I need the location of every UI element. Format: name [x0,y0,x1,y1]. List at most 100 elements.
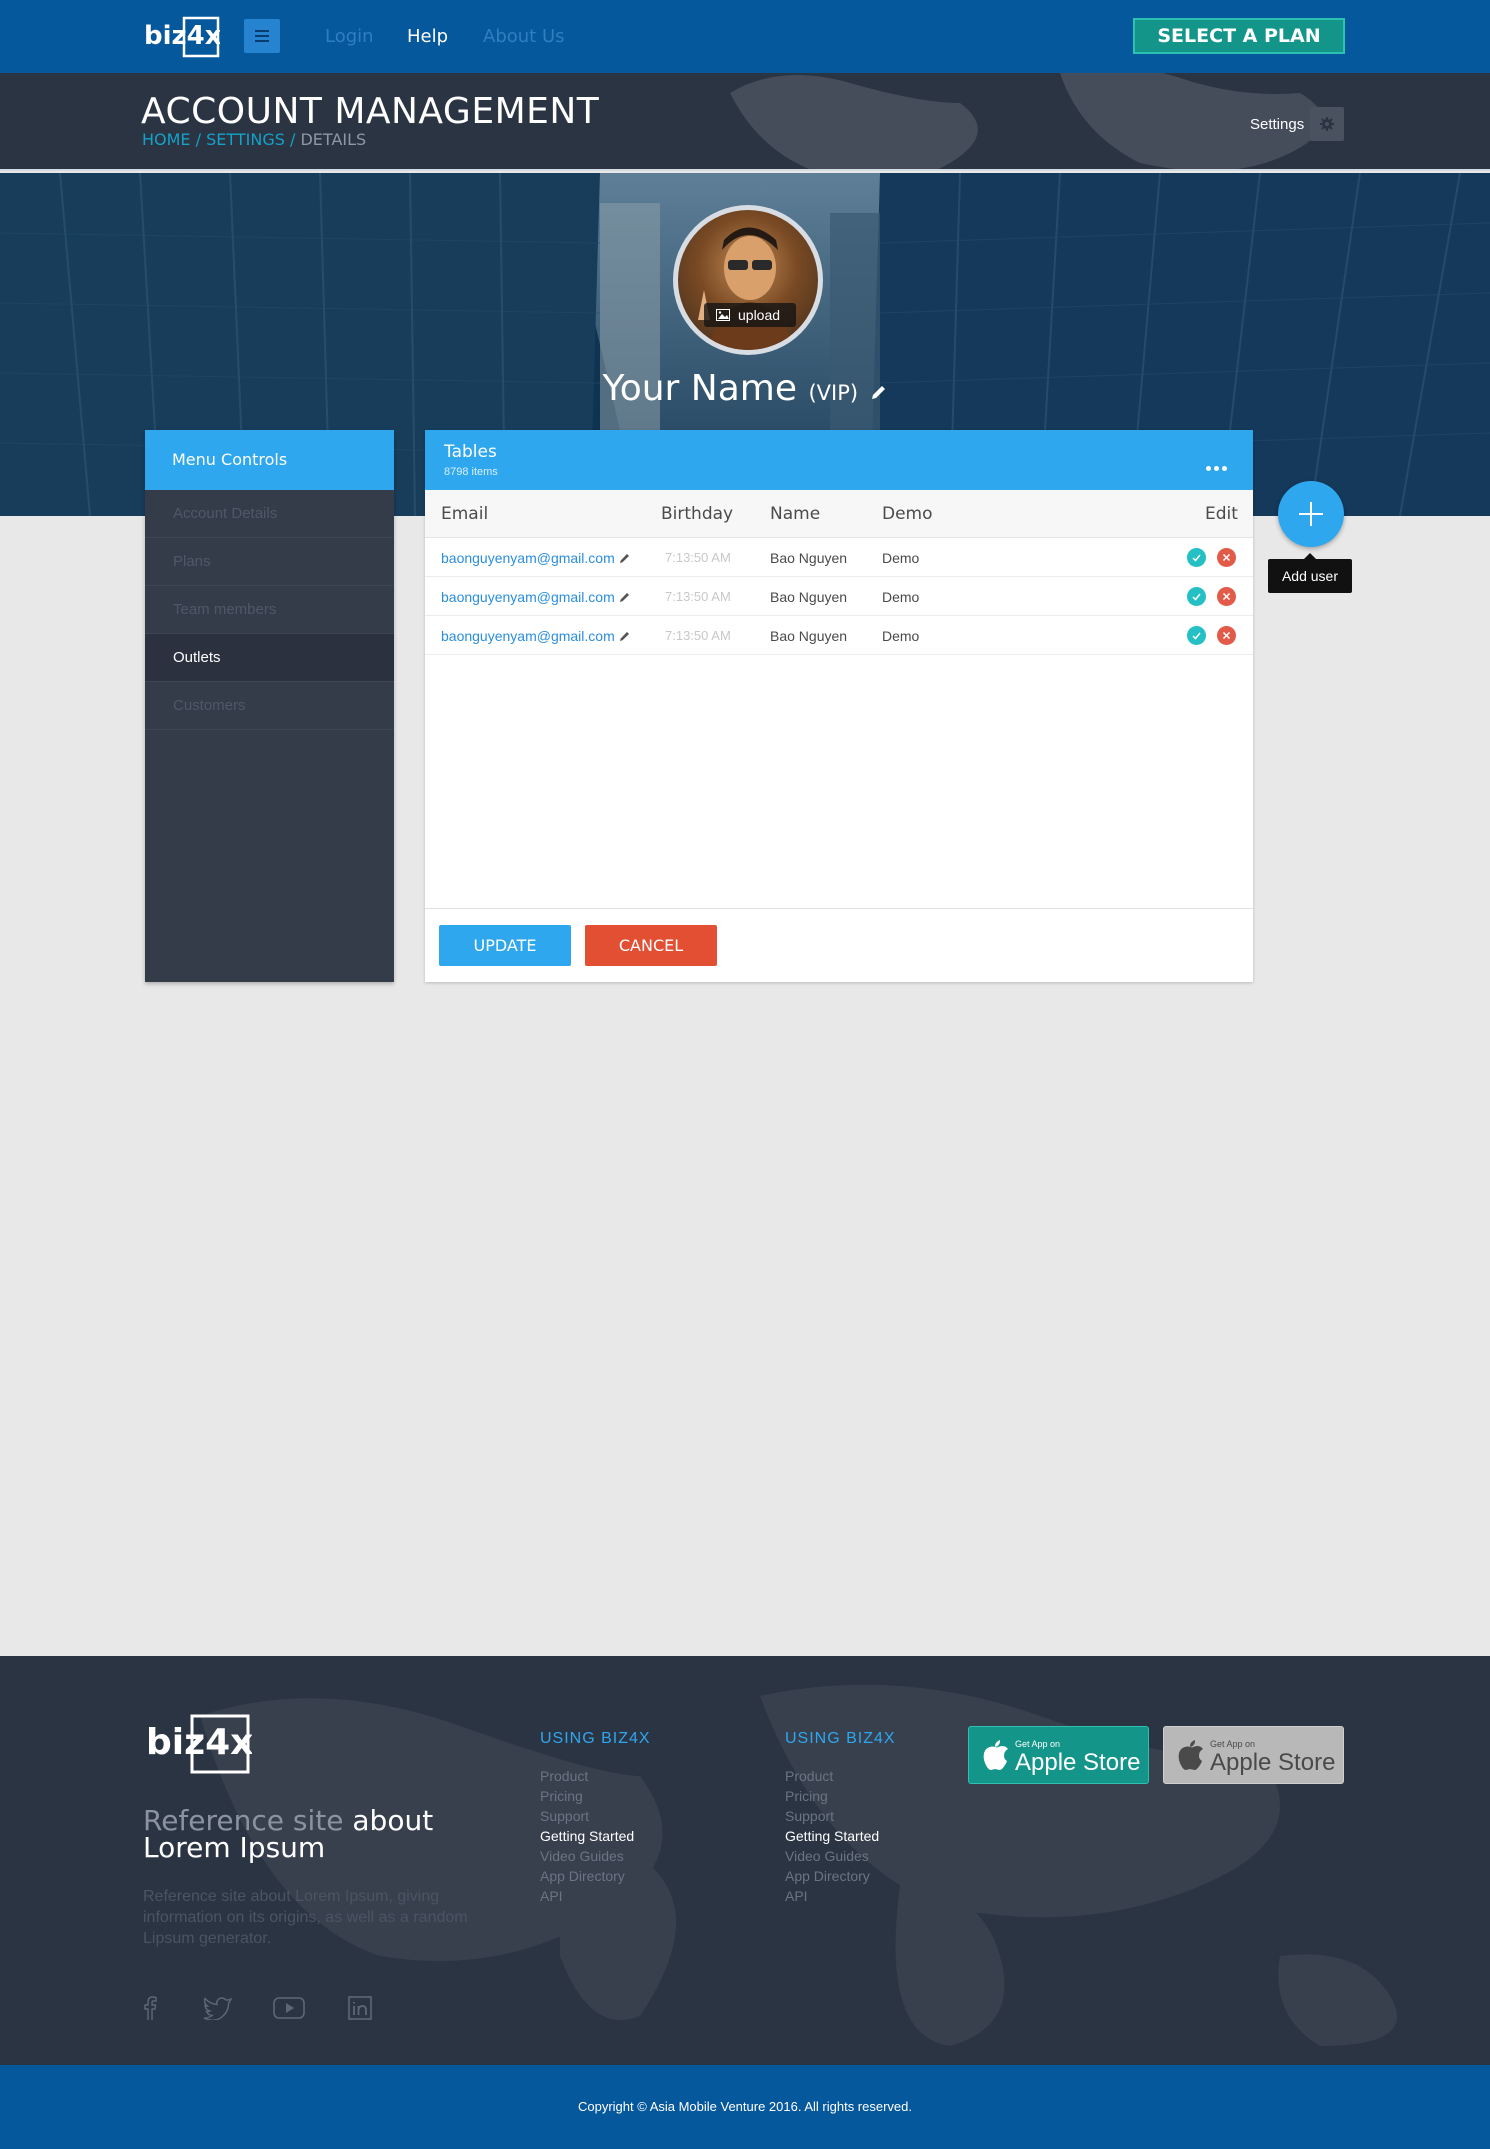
apple-store-button[interactable]: Get App on Apple Store [968,1726,1149,1784]
card-header: Tables 8798 items [425,430,1253,490]
cancel-button[interactable]: CANCEL [585,925,717,966]
footer-link-support[interactable]: Support [785,1808,834,1824]
item-count: 8798 items [444,466,498,478]
footer-link-product[interactable]: Product [540,1768,588,1784]
sidebar-menu: Menu Controls Account Details Plans Team… [145,430,394,982]
confirm-button[interactable] [1187,587,1206,606]
column-header-edit: Edit [1205,504,1238,524]
plus-icon [1299,502,1323,526]
menu-icon-line [255,35,269,37]
avatar: upload [678,210,818,350]
column-header-email[interactable]: Email [441,504,488,524]
nav-about-link[interactable]: About Us [483,26,565,47]
settings-label: Settings [1250,116,1305,133]
footer-link-pricing[interactable]: Pricing [540,1788,583,1804]
sidebar-item-team-members[interactable]: Team members [145,586,394,634]
hamburger-menu-button[interactable] [244,19,280,53]
check-icon [1192,554,1201,562]
footer: biz4x Reference site about Lorem Ipsum R… [0,1656,1490,2065]
card-title: Tables [444,442,497,462]
copyright-bar: Copyright © Asia Mobile Venture 2016. Al… [0,2065,1490,2149]
sidebar-item-customers[interactable]: Customers [145,682,394,730]
linkedin-icon[interactable] [348,1996,372,2020]
breadcrumb-home[interactable]: HOME [142,130,191,149]
delete-button[interactable] [1217,626,1236,645]
footer-link-app-directory[interactable]: App Directory [785,1868,870,1884]
footer-link-api[interactable]: API [540,1888,563,1904]
settings-button[interactable] [1310,107,1344,141]
delete-button[interactable] [1217,587,1236,606]
biz4x-logo[interactable]: biz4x [146,1712,252,1774]
breadcrumb-settings[interactable]: SETTINGS [206,130,285,149]
upload-label: upload [738,307,781,323]
birthday-cell: 7:13:50 AM [665,550,731,565]
footer-link-api[interactable]: API [785,1888,808,1904]
footer-link-pricing[interactable]: Pricing [785,1788,828,1804]
nav-login-link[interactable]: Login [325,26,374,47]
breadcrumb-separator: / [195,130,202,149]
vip-badge: (VIP) [808,381,859,405]
twitter-icon[interactable] [203,1996,233,2020]
demo-cell: Demo [882,589,920,605]
more-options-icon[interactable] [1206,458,1230,476]
table-row[interactable]: baonguyenyam@gmail.com 7:13:50 AM Bao Ng… [425,577,1253,616]
name-cell: Bao Nguyen [770,628,848,644]
breadcrumb-current: DETAILS [300,130,367,149]
svg-text:biz4x: biz4x [146,1722,252,1763]
apple-icon [983,1740,1008,1770]
footer-link-getting-started[interactable]: Getting Started [785,1828,879,1844]
nav-help-link[interactable]: Help [407,26,448,47]
footer-tagline-line2: Lorem Ipsum [143,1831,326,1864]
pencil-icon[interactable] [619,552,631,564]
table-row[interactable]: baonguyenyam@gmail.com 7:13:50 AM Bao Ng… [425,538,1253,577]
footer-link-app-directory[interactable]: App Directory [540,1868,625,1884]
table-header: Email Birthday Name Demo Edit [425,490,1253,538]
pencil-icon[interactable] [619,591,631,603]
store-small-label: Get App on [1210,1739,1256,1749]
footer-link-video-guides[interactable]: Video Guides [540,1848,624,1864]
image-icon [716,309,730,321]
apple-store-button[interactable]: Get App on Apple Store [1163,1726,1344,1784]
footer-column-heading: USING BIZ4X [785,1730,896,1747]
footer-link-video-guides[interactable]: Video Guides [785,1848,869,1864]
confirm-button[interactable] [1187,626,1206,645]
footer-description: Reference site about Lorem Ipsum, giving… [143,1888,468,1947]
store-small-label: Get App on [1015,1739,1061,1749]
footer-link-getting-started[interactable]: Getting Started [540,1828,634,1844]
email-cell[interactable]: baonguyenyam@gmail.com [441,628,631,644]
sidebar-item-plans[interactable]: Plans [145,538,394,586]
profile-name: Your Name (VIP) [0,368,1490,409]
sidebar-item-outlets[interactable]: Outlets [145,634,394,682]
confirm-button[interactable] [1187,548,1206,567]
column-header-demo[interactable]: Demo [882,504,933,524]
email-cell[interactable]: baonguyenyam@gmail.com [441,550,631,566]
column-header-birthday[interactable]: Birthday [661,504,733,524]
select-plan-button[interactable]: SELECT A PLAN [1133,18,1345,54]
upload-button[interactable]: upload [704,303,796,327]
check-icon [1192,593,1201,601]
menu-icon-line [255,40,269,42]
add-user-button[interactable] [1278,481,1344,547]
gear-icon [1320,117,1334,131]
facebook-icon[interactable] [143,1996,157,2020]
page-title: ACCOUNT MANAGEMENT [141,91,600,132]
close-icon [1222,631,1231,640]
biz4x-logo[interactable]: biz4x [144,14,220,58]
footer-link-support[interactable]: Support [540,1808,589,1824]
pencil-icon[interactable] [870,383,888,401]
footer-link-product[interactable]: Product [785,1768,833,1784]
birthday-cell: 7:13:50 AM [665,589,731,604]
add-user-tooltip: Add user [1268,553,1352,593]
youtube-icon[interactable] [273,1996,305,2020]
table-row[interactable]: baonguyenyam@gmail.com 7:13:50 AM Bao Ng… [425,616,1253,655]
breadcrumb: HOME / SETTINGS / DETAILS [142,130,366,149]
delete-button[interactable] [1217,548,1236,567]
email-cell[interactable]: baonguyenyam@gmail.com [441,589,631,605]
column-header-name[interactable]: Name [770,504,820,524]
update-button[interactable]: UPDATE [439,925,571,966]
sidebar-title: Menu Controls [145,430,394,490]
sidebar-item-account-details[interactable]: Account Details [145,490,394,538]
account-header: ACCOUNT MANAGEMENT HOME / SETTINGS / DET… [0,73,1490,171]
profile-name-text: Your Name [602,368,797,409]
pencil-icon[interactable] [619,630,631,642]
